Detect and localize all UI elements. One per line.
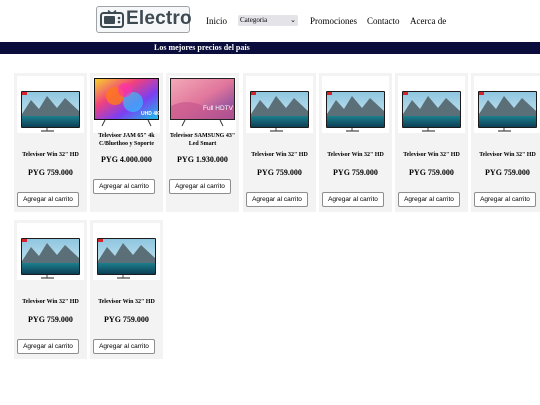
product-price: PYG 759.000 <box>28 315 73 324</box>
product-image <box>21 238 80 279</box>
category-select-label: Categoria <box>240 16 268 24</box>
product-card[interactable]: UHD 4K Televisor JAM 65" 4k C/Bluethoo y… <box>90 73 163 212</box>
product-image <box>478 91 537 132</box>
product-card[interactable]: Televisor Win 32" HD PYG 759.000 Agregar a… <box>471 73 540 212</box>
product-price: PYG 759.000 <box>485 168 530 177</box>
add-to-cart-button[interactable]: Agregar al carrito <box>17 192 79 207</box>
product-card[interactable]: Full HDTV Televisor SAMSUNG 43" Led Smar… <box>166 73 239 212</box>
product-card[interactable]: Televisor Win 32" HD PYG 759.000 Agregar a… <box>14 73 87 212</box>
tv-lake-icon[interactable] <box>474 76 540 133</box>
tv-lake-icon[interactable] <box>17 76 84 133</box>
svg-text:Full HDTV: Full HDTV <box>203 105 234 112</box>
nav-acerca[interactable]: Acerca de <box>410 16 446 26</box>
product-image <box>97 238 156 279</box>
product-price: PYG 759.000 <box>409 168 454 177</box>
nav-inicio[interactable]: Inicio <box>206 16 227 26</box>
product-image <box>326 91 385 132</box>
site-logo[interactable]: Electro <box>96 6 192 33</box>
tv-lake-icon[interactable] <box>93 223 160 280</box>
product-card[interactable]: Televisor Win 32" HD PYG 759.000 Agregar a… <box>395 73 468 212</box>
add-to-cart-button[interactable]: Agregar al carrito <box>169 179 231 194</box>
add-to-cart-button[interactable]: Agregar al carrito <box>398 192 460 207</box>
add-to-cart-button[interactable]: Agregar al carrito <box>322 192 384 207</box>
product-title: Televisor SAMSUNG 43" Led Smart <box>169 133 236 147</box>
product-image <box>250 91 309 132</box>
product-title: Televisor Win 32" HD <box>22 299 79 305</box>
product-price: PYG 4.000.000 <box>101 155 152 164</box>
add-to-cart-button[interactable]: Agregar al carrito <box>17 339 79 354</box>
add-to-cart-button[interactable]: Agregar al carrito <box>246 192 308 207</box>
tv-colorful-4k-icon[interactable]: UHD 4K <box>93 76 160 133</box>
nav-contacto[interactable]: Contacto <box>367 16 400 26</box>
product-title: Televisor Win 32" HD <box>251 152 308 158</box>
product-price: PYG 759.000 <box>104 315 149 324</box>
product-card[interactable]: Televisor Win 32" HD PYG 759.000 Agregar a… <box>243 73 316 212</box>
product-image: Full HDTV <box>170 78 235 127</box>
add-to-cart-button[interactable]: Agregar al carrito <box>474 192 536 207</box>
product-image <box>402 91 461 132</box>
product-title: Televisor Win 32" HD <box>403 152 460 158</box>
chevron-down-icon: ⌄ <box>290 16 296 24</box>
svg-text:UHD 4K: UHD 4K <box>141 111 160 117</box>
product-title: Televisor Win 32" HD <box>22 152 79 158</box>
banner-text: Los mejores precios del país <box>154 43 250 52</box>
product-title: Televisor Win 32" HD <box>327 152 384 158</box>
product-card[interactable]: Televisor Win 32" HD PYG 759.000 Agregar a… <box>319 73 392 212</box>
tv-lake-icon[interactable] <box>322 76 389 133</box>
tv-lake-icon[interactable] <box>17 223 84 280</box>
logo-text: Electro <box>126 8 192 29</box>
product-title: Televisor JAM 65" 4k C/Bluethoo y Soport… <box>98 133 155 147</box>
add-to-cart-button[interactable]: Agregar al carrito <box>93 339 155 354</box>
tv-lake-icon[interactable] <box>246 76 313 133</box>
category-select[interactable]: Categoria ⌄ <box>238 15 298 26</box>
product-title: Televisor Win 32" HD <box>98 299 155 305</box>
tv-logo-icon <box>100 10 124 28</box>
tv-sunset-icon[interactable]: Full HDTV <box>169 76 236 133</box>
add-to-cart-button[interactable]: Agregar al carrito <box>93 179 155 194</box>
product-price: PYG 1.930.000 <box>177 155 228 164</box>
product-title: Televisor Win 32" HD <box>479 152 536 158</box>
tv-lake-icon[interactable] <box>398 76 465 133</box>
product-image: UHD 4K <box>94 78 160 127</box>
product-price: PYG 759.000 <box>333 168 378 177</box>
product-card[interactable]: Televisor Win 32" HD PYG 759.000 Agregar a… <box>14 220 87 359</box>
product-image <box>21 91 80 132</box>
nav-promociones[interactable]: Promociones <box>310 16 357 26</box>
promo-banner: Los mejores precios del país <box>0 42 540 54</box>
product-card[interactable]: Televisor Win 32" HD PYG 759.000 Agregar a… <box>90 220 163 359</box>
product-price: PYG 759.000 <box>28 168 73 177</box>
product-price: PYG 759.000 <box>257 168 302 177</box>
